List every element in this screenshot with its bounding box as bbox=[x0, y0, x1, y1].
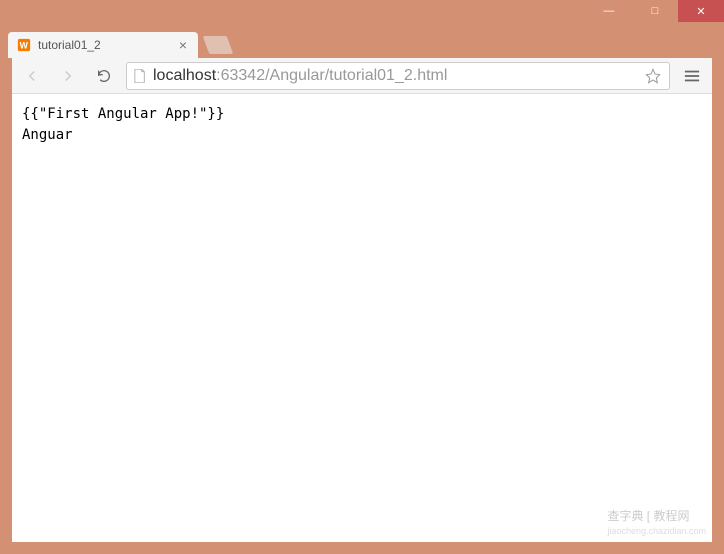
svg-text:W: W bbox=[20, 41, 29, 51]
content-line-2: Anguar bbox=[22, 125, 702, 146]
bookmark-star-icon[interactable] bbox=[643, 66, 663, 86]
page-content: {{"First Angular App!"}} Anguar 查字典 [ 教程… bbox=[12, 94, 712, 542]
reload-button[interactable] bbox=[90, 62, 118, 90]
url-host: localhost bbox=[153, 67, 216, 84]
minimize-button[interactable]: — bbox=[586, 0, 632, 22]
url-path: :63342/Angular/tutorial01_2.html bbox=[216, 67, 447, 84]
titlebar: — □ ✕ bbox=[0, 0, 724, 28]
browser-window: — □ ✕ W tutorial01_2 × bbox=[0, 0, 724, 554]
watermark-text: 查字典 [ 教程网 jiaocheng.chazidian.com bbox=[607, 507, 706, 539]
close-tab-icon[interactable]: × bbox=[176, 38, 190, 52]
watermark-sub: jiaocheng.chazidian.com bbox=[607, 525, 706, 539]
tab-title: tutorial01_2 bbox=[38, 38, 170, 52]
favicon-icon: W bbox=[16, 37, 32, 53]
window-controls: — □ ✕ bbox=[586, 0, 724, 22]
watermark-main: 查字典 [ 教程网 bbox=[607, 509, 689, 523]
maximize-button[interactable]: □ bbox=[632, 0, 678, 22]
browser-tab[interactable]: W tutorial01_2 × bbox=[8, 32, 198, 58]
close-window-button[interactable]: ✕ bbox=[678, 0, 724, 22]
page-icon bbox=[133, 68, 147, 84]
forward-button[interactable] bbox=[54, 62, 82, 90]
back-button[interactable] bbox=[18, 62, 46, 90]
toolbar: localhost:63342/Angular/tutorial01_2.htm… bbox=[12, 58, 712, 94]
content-line-1: {{"First Angular App!"}} bbox=[22, 104, 702, 125]
new-tab-button[interactable] bbox=[203, 36, 234, 54]
menu-button[interactable] bbox=[678, 62, 706, 90]
address-bar[interactable]: localhost:63342/Angular/tutorial01_2.htm… bbox=[126, 62, 670, 90]
tab-bar: W tutorial01_2 × bbox=[0, 28, 724, 58]
url-text: localhost:63342/Angular/tutorial01_2.htm… bbox=[153, 67, 637, 85]
